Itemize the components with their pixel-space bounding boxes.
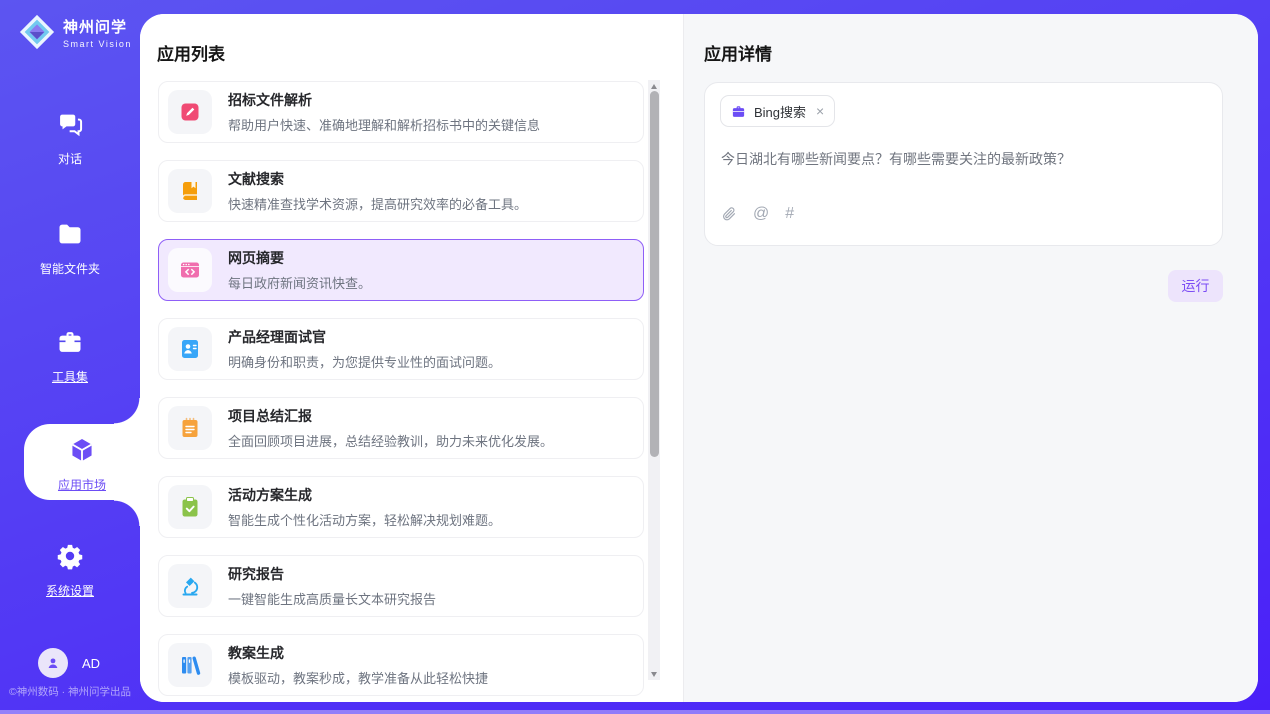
app-desc: 模板驱动，教案秒成，教学准备从此轻松快捷 (228, 668, 488, 687)
composer-card: Bing搜索 × 今日湖北有哪些新闻要点？有哪些需要关注的最新政策？ @ # (704, 82, 1223, 246)
app-title: 文献搜索 (228, 169, 527, 189)
sidebar-item-label: 工具集 (0, 368, 140, 385)
hash-icon[interactable]: # (785, 205, 794, 223)
app-desc: 一键智能生成高质量长文本研究报告 (228, 589, 436, 608)
microscope-icon (178, 574, 202, 598)
notepad-icon (178, 416, 202, 440)
app-title: 网页摘要 (228, 248, 371, 268)
web-code-icon (178, 258, 202, 282)
app-desc: 每日政府新闻资讯快查。 (228, 273, 371, 292)
app-desc: 智能生成个性化活动方案，轻松解决规划难题。 (228, 510, 501, 529)
person-icon (45, 655, 61, 671)
user-label: AD (82, 656, 100, 671)
app-list: 招标文件解析 帮助用户快速、准确地理解和解析招标书中的关键信息 文献搜索 快速精… (158, 81, 648, 702)
prompt-input[interactable]: 今日湖北有哪些新闻要点？有哪些需要关注的最新政策？ (721, 149, 1201, 169)
app-title: 教案生成 (228, 643, 488, 663)
app-desc: 快速精准查找学术资源，提高研究效率的必备工具。 (228, 194, 527, 213)
app-icon-box (168, 169, 212, 213)
app-card[interactable]: 项目总结汇报 全面回顾项目进展，总结经验教训，助力未来优化发展。 (158, 397, 644, 459)
avatar (38, 648, 68, 678)
app-icon-box (168, 485, 212, 529)
edit-document-icon (178, 100, 202, 124)
run-button[interactable]: 运行 (1168, 270, 1223, 302)
app-desc: 全面回顾项目进展，总结经验教训，助力未来优化发展。 (228, 431, 553, 450)
clipboard-check-icon (178, 495, 202, 519)
tool-tag-label: Bing搜索 (754, 102, 806, 121)
app-title: 招标文件解析 (228, 90, 540, 110)
app-card[interactable]: 产品经理面试官 明确身份和职责，为您提供专业性的面试问题。 (158, 318, 644, 380)
folder-icon (56, 220, 84, 248)
app-title: 产品经理面试官 (228, 327, 501, 347)
app-icon-box (168, 406, 212, 450)
books-icon (178, 653, 202, 677)
brand-subtitle: Smart Vision (63, 39, 132, 49)
sidebar-item-smart-folder[interactable]: 智能文件夹 (0, 220, 140, 277)
scrollbar-thumb[interactable] (650, 91, 659, 457)
app-title: 活动方案生成 (228, 485, 501, 505)
sidebar: 神州问学 Smart Vision 对话 智能文件夹 工具集 应用市场 系统设置… (0, 0, 140, 714)
app-card[interactable]: 教案生成 模板驱动，教案秒成，教学准备从此轻松快捷 (158, 634, 644, 696)
app-detail-panel: 应用详情 Bing搜索 × 今日湖北有哪些新闻要点？有哪些需要关注的最新政策？ … (683, 14, 1258, 702)
app-card[interactable]: 招标文件解析 帮助用户快速、准确地理解和解析招标书中的关键信息 (158, 81, 644, 143)
app-card[interactable]: 研究报告 一键智能生成高质量长文本研究报告 (158, 555, 644, 617)
app-detail-title: 应用详情 (704, 40, 772, 65)
brand-logo: 神州问学 Smart Vision (18, 13, 132, 51)
app-card[interactable]: 文献搜索 快速精准查找学术资源，提高研究效率的必备工具。 (158, 160, 644, 222)
app-title: 研究报告 (228, 564, 436, 584)
app-icon-box (168, 564, 212, 608)
briefcase-icon (731, 104, 746, 119)
brand-diamond-icon (18, 13, 56, 51)
app-list-scrollbar[interactable] (648, 80, 660, 680)
close-icon[interactable]: × (816, 104, 824, 118)
app-card[interactable]: 活动方案生成 智能生成个性化活动方案，轻松解决规划难题。 (158, 476, 644, 538)
sidebar-item-toolset[interactable]: 工具集 (0, 328, 140, 385)
brand-name: 神州问学 (63, 16, 132, 37)
interview-icon (178, 337, 202, 361)
app-list-panel: 应用列表 招标文件解析 帮助用户快速、准确地理解和解析招标书中的关键信息 文献搜… (140, 14, 683, 702)
app-desc: 明确身份和职责，为您提供专业性的面试问题。 (228, 352, 501, 371)
app-title: 项目总结汇报 (228, 406, 553, 426)
sidebar-item-label: 应用市场 (24, 476, 140, 493)
app-list-title: 应用列表 (157, 40, 225, 65)
sidebar-item-label: 系统设置 (0, 582, 140, 599)
scroll-down-icon[interactable] (648, 668, 660, 680)
user-account[interactable]: AD (38, 648, 100, 678)
app-icon-box (168, 643, 212, 687)
attachment-icon[interactable] (721, 206, 737, 222)
chat-icon (56, 110, 84, 138)
composer-toolbar: @ # (721, 205, 794, 223)
app-icon-box (168, 90, 212, 134)
sidebar-item-label: 对话 (0, 150, 140, 167)
sidebar-item-app-market[interactable]: 应用市场 (24, 424, 140, 500)
cube-icon (68, 436, 96, 464)
app-icon-box (168, 248, 212, 292)
tool-tag-bing-search[interactable]: Bing搜索 × (720, 95, 835, 127)
app-icon-box (168, 327, 212, 371)
toolbox-icon (56, 328, 84, 356)
gear-icon (56, 542, 84, 570)
mention-icon[interactable]: @ (753, 205, 769, 223)
sidebar-footer: ©神州数码 · 神州问学出品 (0, 684, 140, 699)
app-card[interactable]: 网页摘要 每日政府新闻资讯快查。 (158, 239, 644, 301)
book-icon (178, 179, 202, 203)
app-desc: 帮助用户快速、准确地理解和解析招标书中的关键信息 (228, 115, 540, 134)
sidebar-item-settings[interactable]: 系统设置 (0, 542, 140, 599)
bottom-edge (0, 710, 1270, 714)
sidebar-item-label: 智能文件夹 (0, 260, 140, 277)
sidebar-item-chat[interactable]: 对话 (0, 110, 140, 167)
content-panel: 应用列表 招标文件解析 帮助用户快速、准确地理解和解析招标书中的关键信息 文献搜… (140, 14, 1258, 702)
